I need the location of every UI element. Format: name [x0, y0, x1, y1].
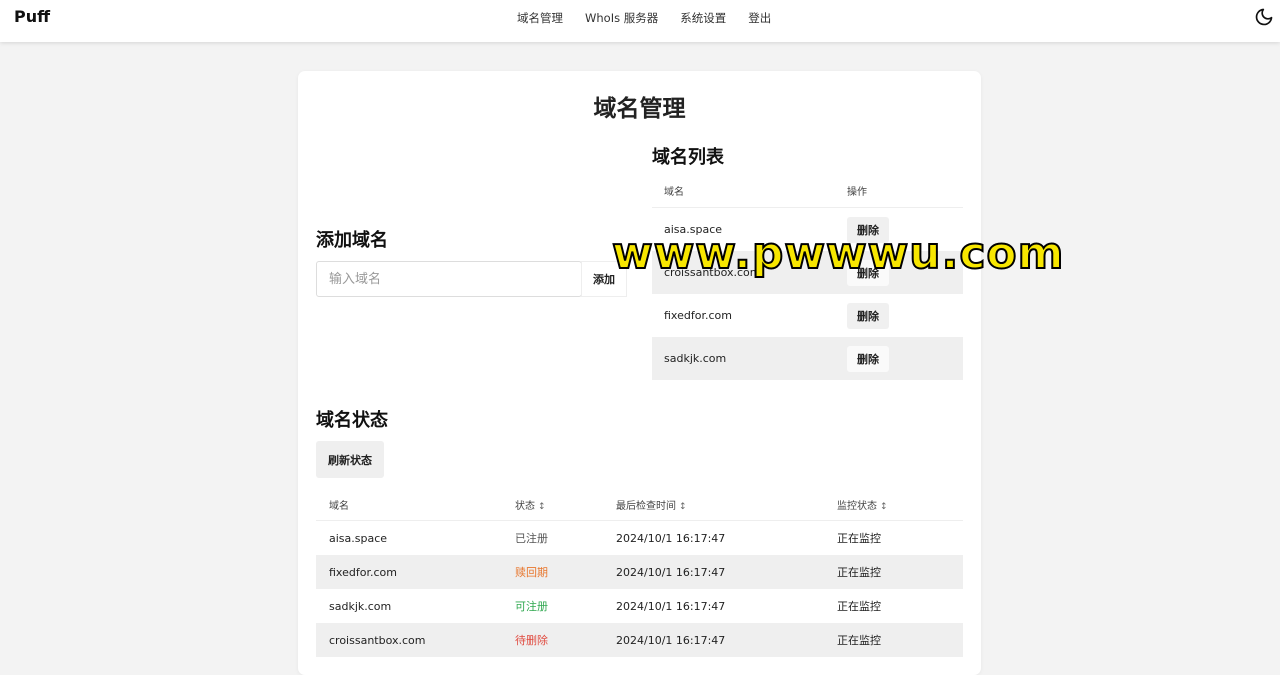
column-header-monitor[interactable]: 监控状态 ↕	[837, 497, 963, 512]
status-badge: 待删除	[515, 634, 548, 647]
last-checked-time: 2024/10/1 16:17:47	[616, 633, 726, 647]
column-header-domain: 域名	[664, 187, 684, 198]
domain-name: fixedfor.com	[664, 309, 732, 322]
status-badge: 赎回期	[515, 566, 548, 579]
domain-name: sadkjk.com	[329, 599, 392, 613]
top-navbar: Puff 域名管理 WhoIs 服务器 系统设置 登出	[0, 0, 1280, 42]
nav-domain-management[interactable]: 域名管理	[517, 10, 563, 26]
monitor-status: 正在监控	[837, 634, 881, 647]
main-nav: 域名管理 WhoIs 服务器 系统设置 登出	[517, 10, 771, 26]
status-badge: 已注册	[515, 532, 548, 545]
domain-list-heading: 域名列表	[652, 147, 724, 168]
nav-logout[interactable]: 登出	[748, 10, 771, 26]
monitor-status: 正在监控	[837, 600, 881, 613]
domain-name: croissantbox.com	[329, 633, 426, 647]
domain-name: aisa.space	[329, 531, 388, 545]
table-row: sadkjk.com 删除	[652, 337, 963, 380]
column-header-last-checked[interactable]: 最后检查时间 ↕	[616, 497, 837, 512]
table-row: fixedfor.com 删除	[652, 294, 963, 337]
delete-button[interactable]: 删除	[847, 302, 889, 329]
watermark-overlay: www.pwwwu.com	[611, 227, 1065, 280]
last-checked-time: 2024/10/1 16:17:47	[616, 531, 726, 545]
table-row: sadkjk.com 可注册 2024/10/1 16:17:47 正在监控	[316, 589, 963, 623]
domain-input[interactable]	[316, 261, 582, 297]
table-row: croissantbox.com 待删除 2024/10/1 16:17:47 …	[316, 623, 963, 657]
column-header-status[interactable]: 状态 ↕	[515, 497, 616, 512]
domain-management-card: 域名管理 添加域名 添加 域名列表 域名 操作 aisa.space 删除 cr…	[298, 71, 981, 675]
refresh-status-button[interactable]: 刷新状态	[316, 441, 384, 478]
column-header-domain: 域名	[329, 501, 349, 512]
moon-icon[interactable]	[1254, 7, 1274, 27]
sort-icon[interactable]: ↕	[880, 502, 888, 512]
table-row: fixedfor.com 赎回期 2024/10/1 16:17:47 正在监控	[316, 555, 963, 589]
delete-button[interactable]: 删除	[847, 345, 889, 372]
sort-icon[interactable]: ↕	[538, 502, 546, 512]
table-header: 域名 状态 ↕ 最后检查时间 ↕ 监控状态 ↕	[316, 489, 963, 521]
domain-name: fixedfor.com	[329, 565, 397, 579]
brand-logo[interactable]: Puff	[14, 7, 50, 26]
domain-status-table: 域名 状态 ↕ 最后检查时间 ↕ 监控状态 ↕ aisa.space 已注册 2024…	[316, 489, 963, 657]
domain-status-heading: 域名状态	[316, 410, 388, 431]
page-title: 域名管理	[593, 96, 686, 122]
table-header: 域名 操作	[652, 174, 963, 208]
monitor-status: 正在监控	[837, 532, 881, 545]
monitor-status: 正在监控	[837, 566, 881, 579]
status-badge: 可注册	[515, 600, 548, 613]
table-row: aisa.space 已注册 2024/10/1 16:17:47 正在监控	[316, 521, 963, 555]
add-domain-heading: 添加域名	[316, 230, 388, 251]
nav-system-settings[interactable]: 系统设置	[680, 10, 726, 26]
column-header-action: 操作	[847, 187, 867, 198]
last-checked-time: 2024/10/1 16:17:47	[616, 565, 726, 579]
nav-whois-servers[interactable]: WhoIs 服务器	[585, 10, 658, 26]
last-checked-time: 2024/10/1 16:17:47	[616, 599, 726, 613]
domain-name: sadkjk.com	[664, 352, 727, 365]
sort-icon[interactable]: ↕	[679, 502, 687, 512]
